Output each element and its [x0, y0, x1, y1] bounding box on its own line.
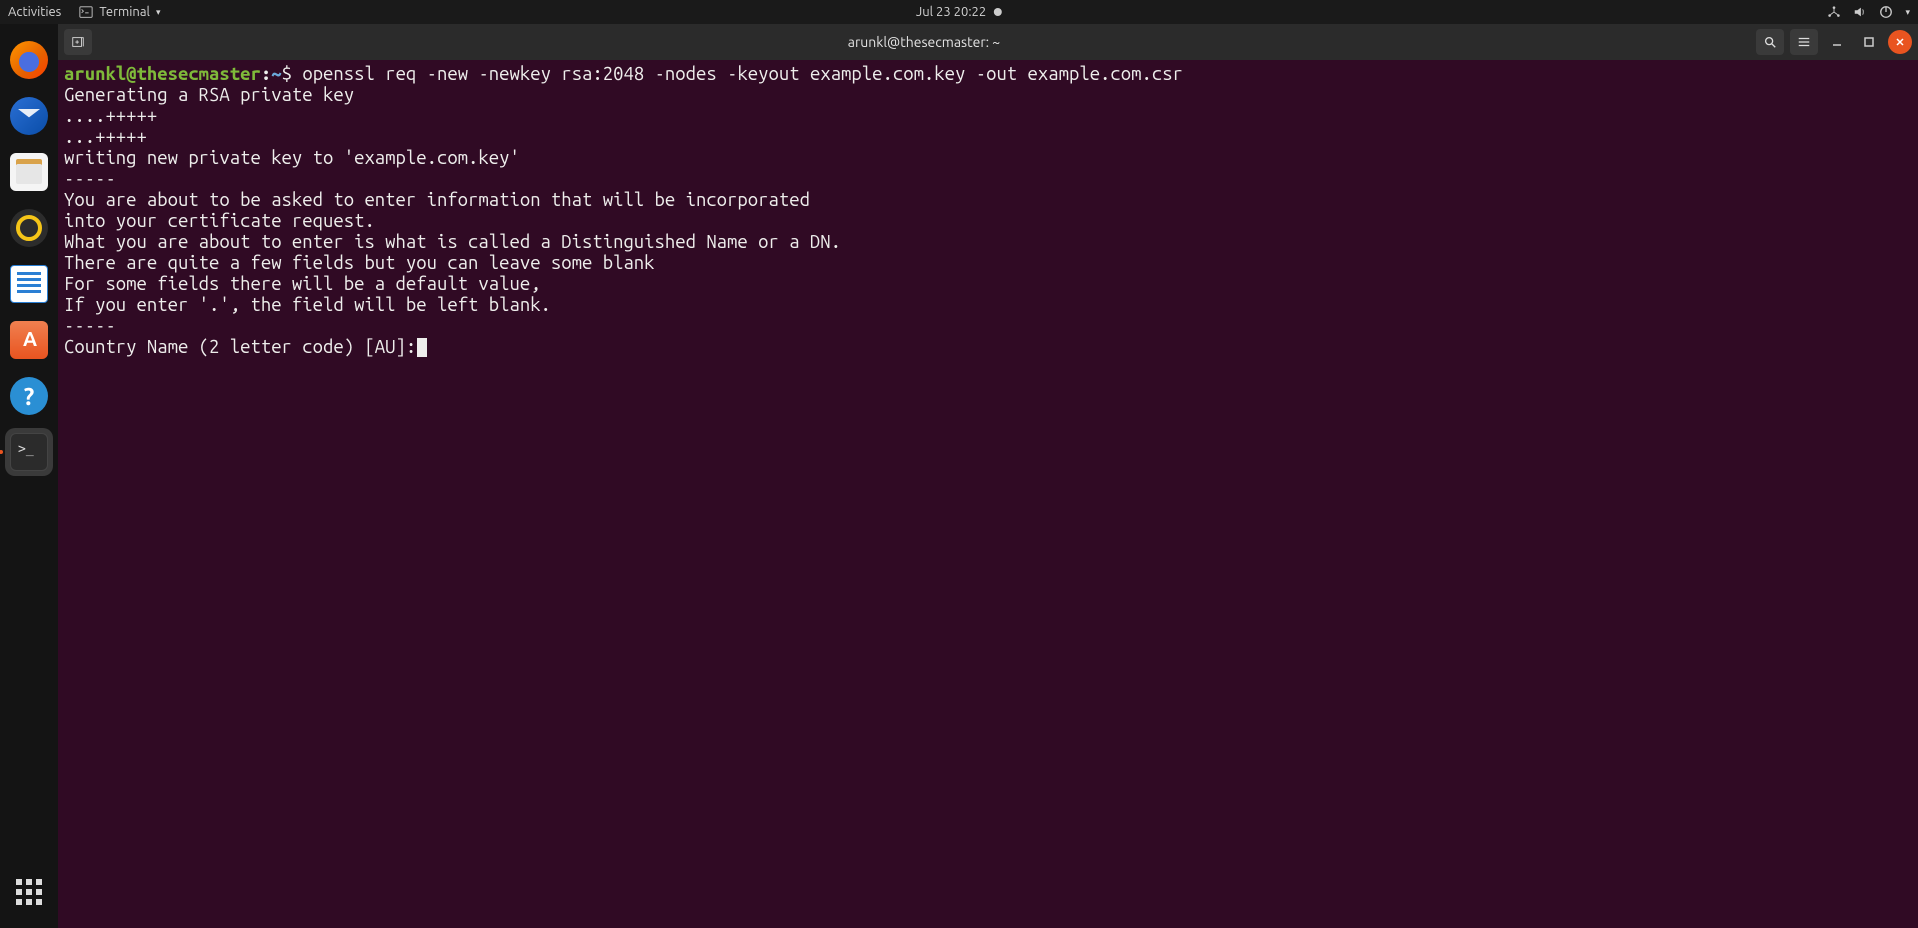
clock-label: Jul 23 20:22 — [916, 5, 986, 19]
terminal-output-line: Generating a RSA private key — [64, 85, 1912, 106]
terminal-window: arunkl@thesecmaster: ~ arunkl@thesecmast… — [58, 24, 1918, 928]
terminal-output-line: What you are about to enter is what is c… — [64, 232, 1912, 253]
show-applications-button[interactable] — [5, 868, 53, 916]
search-icon — [1763, 35, 1777, 49]
terminal-body[interactable]: arunkl@thesecmaster:~$ openssl req -new … — [58, 60, 1918, 928]
prompt-path: ~ — [271, 64, 281, 84]
terminal-output-line: ....+++++ — [64, 106, 1912, 127]
window-titlebar: arunkl@thesecmaster: ~ — [58, 24, 1918, 60]
maximize-button[interactable] — [1856, 30, 1882, 54]
close-button[interactable] — [1888, 30, 1912, 54]
maximize-icon — [1863, 36, 1875, 48]
activities-button[interactable]: Activities — [8, 5, 61, 19]
power-icon — [1879, 5, 1893, 19]
terminal-output-line: into your certificate request. — [64, 211, 1912, 232]
prompt-user: arunkl@thesecmaster — [64, 64, 261, 84]
libreoffice-writer-icon — [10, 265, 48, 303]
clock[interactable]: Jul 23 20:22 — [916, 5, 1002, 19]
dock-item-terminal[interactable] — [5, 428, 53, 476]
minimize-icon — [1831, 36, 1843, 48]
files-icon — [10, 153, 48, 191]
ubuntu-software-icon — [10, 321, 48, 359]
prompt-dollar: $ — [282, 64, 303, 84]
volume-icon — [1853, 5, 1867, 19]
terminal-output-line: ----- — [64, 169, 1912, 190]
system-status-area[interactable]: ▾ — [1827, 5, 1910, 19]
hamburger-icon — [1797, 35, 1811, 49]
terminal-prompt-line: arunkl@thesecmaster:~$ openssl req -new … — [64, 64, 1912, 85]
firefox-icon — [10, 41, 48, 79]
dock-item-help[interactable]: ? — [5, 372, 53, 420]
new-tab-button[interactable] — [64, 29, 92, 55]
dock-item-ubuntu-software[interactable] — [5, 316, 53, 364]
app-menu[interactable]: Terminal ▾ — [79, 5, 160, 19]
terminal-output-line: There are quite a few fields but you can… — [64, 253, 1912, 274]
chevron-down-icon: ▾ — [156, 7, 161, 18]
terminal-output-line: ----- — [64, 316, 1912, 337]
network-icon — [1827, 5, 1841, 19]
terminal-command: openssl req -new -newkey rsa:2048 -nodes… — [302, 64, 1183, 84]
terminal-output-line: ...+++++ — [64, 127, 1912, 148]
gnome-top-panel: Activities Terminal ▾ Jul 23 20:22 ▾ — [0, 0, 1918, 24]
help-icon: ? — [10, 377, 48, 415]
terminal-cursor — [417, 338, 427, 357]
dock-item-libreoffice-writer[interactable] — [5, 260, 53, 308]
hamburger-menu-button[interactable] — [1790, 29, 1818, 55]
app-menu-label: Terminal — [99, 5, 150, 19]
recording-indicator-icon — [994, 8, 1002, 16]
dock-item-rhythmbox[interactable] — [5, 204, 53, 252]
terminal-output-line: Country Name (2 letter code) [AU]: — [64, 337, 1912, 358]
close-icon — [1894, 36, 1906, 48]
new-tab-icon — [71, 35, 85, 49]
terminal-output-line: You are about to be asked to enter infor… — [64, 190, 1912, 211]
minimize-button[interactable] — [1824, 30, 1850, 54]
dock-item-firefox[interactable] — [5, 36, 53, 84]
thunderbird-icon — [10, 97, 48, 135]
terminal-output-line: If you enter '.', the field will be left… — [64, 295, 1912, 316]
prompt-separator: : — [261, 64, 271, 84]
dock-item-files[interactable] — [5, 148, 53, 196]
rhythmbox-icon — [10, 209, 48, 247]
terminal-output-line: For some fields there will be a default … — [64, 274, 1912, 295]
terminal-icon — [79, 5, 93, 19]
dock: ? — [0, 24, 58, 928]
dock-item-thunderbird[interactable] — [5, 92, 53, 140]
window-title: arunkl@thesecmaster: ~ — [98, 34, 1750, 50]
terminal-output-line: writing new private key to 'example.com.… — [64, 148, 1912, 169]
chevron-down-icon: ▾ — [1905, 7, 1910, 18]
terminal-icon — [10, 433, 48, 471]
search-button[interactable] — [1756, 29, 1784, 55]
